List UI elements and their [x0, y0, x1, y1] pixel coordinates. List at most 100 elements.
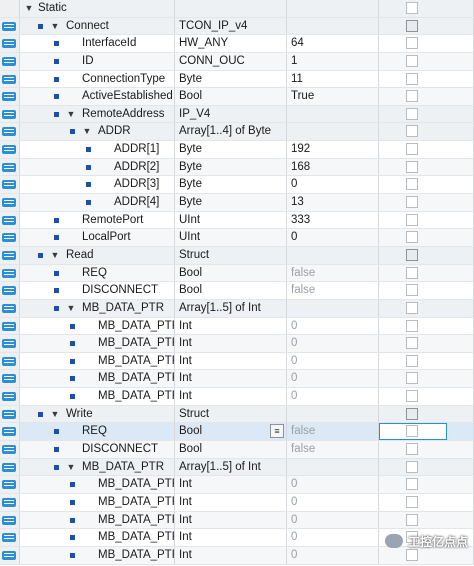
table-row[interactable]: ID CONN_OUC 1 [0, 52, 474, 71]
retain-checkbox[interactable] [406, 125, 418, 138]
name-cell[interactable]: LocalPort [20, 229, 175, 246]
start-value-cell[interactable]: 0 [287, 493, 379, 511]
name-cell[interactable]: DISCONNECT [20, 282, 175, 299]
name-cell[interactable]: MB_DATA_PTR[2] [20, 335, 175, 352]
name-cell[interactable]: ADDR[2] [20, 158, 175, 176]
start-value-cell[interactable]: 0 [287, 317, 379, 335]
table-row[interactable]: ActiveEstablished Bool True [0, 88, 474, 106]
data-type-cell[interactable]: Int [175, 476, 287, 493]
start-value-cell[interactable]: false [287, 264, 379, 282]
retain-checkbox[interactable] [406, 495, 418, 508]
data-type-cell[interactable]: IP_V4 [175, 105, 287, 123]
collapse-toggle-icon[interactable]: ▼ [50, 406, 60, 423]
start-value-cell[interactable]: false [287, 423, 379, 441]
table-row[interactable]: ADDR[1] Byte 192 [0, 141, 474, 159]
retain-cell[interactable] [379, 335, 474, 352]
retain-cell[interactable] [379, 299, 474, 317]
retain-checkbox[interactable] [406, 301, 418, 314]
start-value-cell[interactable] [287, 123, 379, 141]
start-value-cell[interactable] [287, 0, 379, 17]
table-row[interactable]: ▼ Static [0, 0, 474, 18]
name-cell[interactable]: MB_DATA_PTR[3] [20, 352, 175, 370]
start-value-cell[interactable]: 0 [287, 511, 379, 529]
table-row[interactable]: MB_DATA_PTR[5]Int0 [0, 388, 474, 406]
start-value-cell[interactable]: 0 [287, 476, 379, 493]
retain-cell[interactable] [379, 211, 474, 229]
start-value-cell[interactable]: false [287, 441, 379, 458]
table-row[interactable]: ConnectionType Byte 11 [0, 70, 474, 89]
data-type-cell[interactable] [175, 0, 287, 17]
collapse-toggle-icon[interactable]: ▼ [50, 247, 60, 264]
table-row[interactable]: RemotePort UInt 333 [0, 211, 474, 230]
data-type-cell[interactable]: Int [175, 546, 287, 564]
retain-cell[interactable] [379, 264, 474, 282]
start-value-cell[interactable] [287, 299, 379, 317]
collapse-toggle-icon[interactable]: ▼ [50, 18, 60, 35]
name-cell[interactable]: REQ [20, 264, 175, 282]
start-value-cell[interactable]: 0 [287, 229, 379, 246]
retain-cell[interactable] [379, 158, 474, 176]
start-value-cell[interactable]: 13 [287, 194, 379, 211]
data-type-cell[interactable]: HW_ANY [175, 35, 287, 52]
retain-checkbox[interactable] [406, 478, 418, 491]
start-value-cell[interactable] [287, 17, 379, 35]
retain-cell[interactable] [379, 370, 474, 388]
retain-checkbox[interactable] [406, 19, 418, 32]
retain-cell[interactable] [379, 441, 474, 458]
retain-cell[interactable] [379, 352, 474, 370]
table-row[interactable]: REQ Bool false ≡ [0, 423, 474, 442]
retain-checkbox[interactable] [406, 266, 418, 279]
name-cell[interactable]: ConnectionType [20, 70, 175, 88]
retain-cell[interactable] [379, 17, 474, 35]
data-type-cell[interactable]: Bool [175, 282, 287, 299]
retain-checkbox[interactable] [406, 284, 418, 297]
start-value-cell[interactable] [287, 246, 379, 264]
table-row[interactable]: ▼ Write Struct [0, 405, 474, 424]
start-value-cell[interactable]: 0 [287, 352, 379, 370]
start-value-cell[interactable] [287, 105, 379, 123]
retain-checkbox[interactable] [406, 425, 418, 438]
data-type-cell[interactable]: Int [175, 370, 287, 388]
data-type-cell[interactable]: Bool [175, 441, 287, 458]
retain-cell[interactable] [379, 493, 474, 511]
data-type-cell[interactable]: CONN_OUC [175, 52, 287, 70]
name-cell[interactable]: REQ [20, 423, 175, 441]
start-value-cell[interactable]: 64 [287, 35, 379, 52]
table-row[interactable]: ▼ MB_DATA_PTR Array[1..5] of Int [0, 458, 474, 477]
retain-checkbox[interactable] [406, 337, 418, 350]
retain-checkbox[interactable] [406, 196, 418, 209]
start-value-cell[interactable]: 0 [287, 370, 379, 388]
retain-cell[interactable] [379, 388, 474, 405]
name-cell[interactable]: ▼ MB_DATA_PTR [20, 299, 175, 317]
name-cell[interactable]: MB_DATA_PTR[2] [20, 493, 175, 511]
data-type-cell[interactable]: Array[1..5] of Int [175, 458, 287, 476]
retain-cell[interactable] [379, 317, 474, 335]
start-value-cell[interactable]: 0 [287, 388, 379, 405]
name-cell[interactable]: DISCONNECT [20, 441, 175, 458]
table-row[interactable]: ADDR[3] Byte 0 [0, 176, 474, 195]
data-type-cell[interactable]: Int [175, 335, 287, 352]
collapse-toggle-icon[interactable]: ▼ [66, 459, 76, 476]
data-type-cell[interactable]: Array[1..4] of Byte [175, 123, 287, 141]
data-type-cell[interactable]: UInt [175, 229, 287, 246]
collapse-toggle-icon[interactable]: ▼ [66, 106, 76, 123]
data-type-cell[interactable]: Struct [175, 405, 287, 423]
value-picker-button[interactable]: ≡ [270, 424, 284, 439]
retain-checkbox[interactable] [406, 107, 418, 120]
name-cell[interactable]: MB_DATA_PTR[4] [20, 529, 175, 546]
data-type-cell[interactable]: Int [175, 529, 287, 546]
name-cell[interactable]: ADDR[4] [20, 194, 175, 211]
start-value-cell[interactable]: 11 [287, 70, 379, 88]
start-value-cell[interactable]: 0 [287, 546, 379, 564]
retain-cell[interactable] [379, 282, 474, 299]
retain-checkbox[interactable] [406, 213, 418, 226]
data-type-cell[interactable]: Byte [175, 158, 287, 176]
data-type-cell[interactable]: Array[1..5] of Int [175, 299, 287, 317]
table-row[interactable]: ADDR[2] Byte 168 [0, 158, 474, 177]
retain-checkbox[interactable] [406, 319, 418, 332]
table-row[interactable]: DISCONNECT Bool false [0, 282, 474, 300]
name-cell[interactable]: ▼ MB_DATA_PTR [20, 458, 175, 476]
name-cell[interactable]: ▼ Static [20, 0, 175, 17]
retain-cell[interactable] [379, 229, 474, 246]
name-cell[interactable]: MB_DATA_PTR[1] [20, 476, 175, 493]
